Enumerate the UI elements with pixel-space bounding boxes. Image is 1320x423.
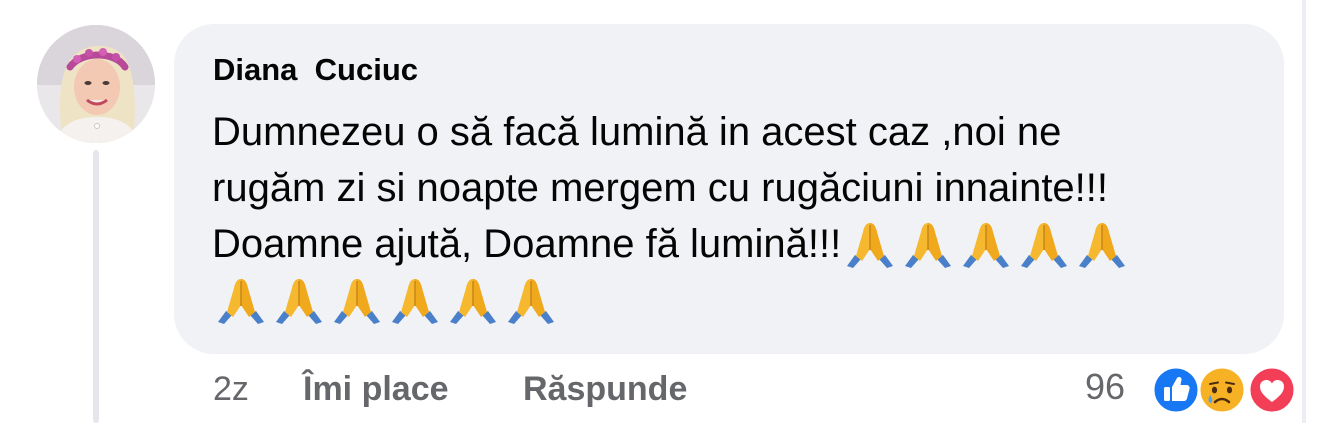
folded-hands-icon: [502, 275, 560, 325]
comment-text: rugăm zi si noapte mergem cu rugăciuni i…: [212, 166, 1109, 210]
comment-line: Dumnezeu o să facă lumină in acest caz ,…: [212, 104, 1262, 160]
sad-icon: [1197, 365, 1247, 415]
comment-line: [212, 272, 1262, 328]
folded-hands-icon: [328, 275, 386, 325]
reply-thread-line: [93, 150, 99, 423]
emoji-group: [212, 275, 560, 325]
comment-text: Dumnezeu o să facă lumină in acest caz ,…: [212, 110, 1062, 154]
avatar-photo: [37, 25, 155, 143]
comment-body: Dumnezeu o să facă lumină in acest caz ,…: [212, 104, 1262, 328]
emoji-group: [841, 219, 1131, 269]
folded-hands-icon: [1015, 219, 1073, 269]
reply-button[interactable]: Răspunde: [523, 370, 687, 409]
avatar[interactable]: [37, 25, 155, 143]
comment-author[interactable]: Diana Cuciuc: [213, 52, 418, 88]
folded-hands-icon: [270, 275, 328, 325]
scrollbar-track: [1302, 0, 1306, 423]
folded-hands-icon: [841, 219, 899, 269]
folded-hands-icon: [1073, 219, 1131, 269]
comment-text: Doamne ajută, Doamne fă lumină!!!: [212, 222, 842, 266]
folded-hands-icon: [899, 219, 957, 269]
like-button[interactable]: Îmi place: [303, 370, 449, 409]
folded-hands-icon: [444, 275, 502, 325]
comment-time[interactable]: 2z: [213, 370, 249, 409]
comment-line: Doamne ajută, Doamne fă lumină!!!: [212, 216, 1262, 272]
folded-hands-icon: [212, 275, 270, 325]
folded-hands-icon: [386, 275, 444, 325]
reaction-count[interactable]: 96: [1085, 366, 1125, 408]
comment-line: rugăm zi si noapte mergem cu rugăciuni i…: [212, 160, 1262, 216]
reaction-summary[interactable]: [1151, 365, 1299, 415]
folded-hands-icon: [957, 219, 1015, 269]
like-icon: [1151, 365, 1201, 415]
love-icon: [1247, 365, 1297, 415]
